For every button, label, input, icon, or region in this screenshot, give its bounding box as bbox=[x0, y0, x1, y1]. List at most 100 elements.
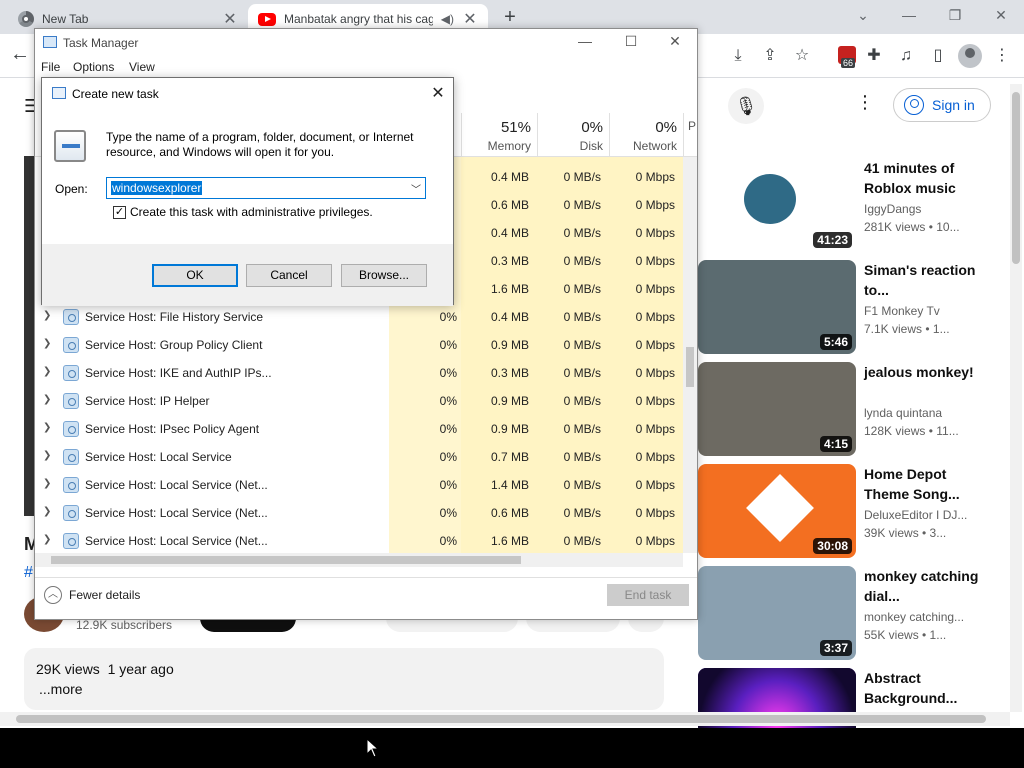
process-horizontal-scrollbar[interactable] bbox=[35, 553, 683, 567]
chevron-up-icon[interactable]: ︿ bbox=[44, 586, 62, 604]
expand-arrow-icon[interactable]: ❯ bbox=[43, 422, 51, 433]
column-network[interactable]: 0% Network bbox=[609, 113, 683, 157]
column-disk[interactable]: 0% Disk bbox=[537, 113, 609, 157]
youtube-menu-dots-icon[interactable]: ⋮ bbox=[856, 92, 874, 113]
minimize-icon[interactable]: — bbox=[565, 33, 605, 53]
scrollbar-thumb[interactable] bbox=[686, 347, 694, 387]
admin-privileges-label[interactable]: Create this task with administrative pri… bbox=[130, 205, 373, 219]
media-icon[interactable]: ♫ bbox=[895, 45, 917, 67]
video-thumbnail[interactable]: 41:23 bbox=[698, 158, 856, 252]
close-tab-icon[interactable]: ✕ bbox=[222, 9, 238, 29]
back-arrow-icon[interactable]: ← bbox=[10, 43, 30, 66]
video-title[interactable]: 41 minutes of Roblox music bbox=[864, 158, 984, 198]
share-icon[interactable]: ⇪ bbox=[759, 45, 781, 67]
recommendation-item[interactable]: 5:46 Siman's reaction to... F1 Monkey Tv 7.… bbox=[688, 260, 1008, 356]
close-icon[interactable]: ✕ bbox=[428, 83, 448, 103]
minimize-icon[interactable]: — bbox=[886, 4, 932, 26]
process-row[interactable]: ❯ Service Host: Local Service (Net... 0% 0.… bbox=[35, 499, 683, 527]
process-row[interactable]: ❯ Service Host: Local Service (Net... 0% 1.… bbox=[35, 527, 683, 553]
recommendation-item[interactable]: 4:15 jealous monkey! lynda quintana 128K vi… bbox=[688, 362, 1008, 458]
show-more-link[interactable]: ...more bbox=[39, 681, 83, 697]
page-vertical-scrollbar[interactable] bbox=[1010, 84, 1022, 712]
profile-icon[interactable] bbox=[958, 44, 982, 68]
download-icon[interactable]: ⤓ bbox=[727, 45, 749, 67]
chevron-down-icon[interactable]: ﹀ bbox=[409, 181, 423, 196]
video-title[interactable]: Abstract Background... bbox=[864, 668, 984, 708]
recommendation-item[interactable]: 3:37 monkey catching dial... monkey catchi… bbox=[688, 566, 1008, 662]
expand-arrow-icon[interactable]: ❯ bbox=[43, 478, 51, 489]
process-name: Service Host: Local Service (Net... bbox=[85, 534, 268, 548]
scrollbar-thumb[interactable] bbox=[51, 556, 521, 564]
menu-options[interactable]: Options bbox=[73, 60, 114, 74]
open-combobox[interactable]: windowsexplorer ﹀ bbox=[106, 177, 426, 199]
channel-name[interactable]: IggyDangs bbox=[864, 202, 984, 216]
sidepanel-icon[interactable]: ▯ bbox=[927, 45, 949, 67]
memory-cell: 0.6 MB bbox=[490, 506, 529, 520]
speaker-icon[interactable]: ◀) bbox=[441, 12, 454, 26]
expand-arrow-icon[interactable]: ❯ bbox=[43, 534, 51, 545]
channel-name[interactable]: monkey catching... bbox=[864, 610, 984, 624]
memory-cell: 0.4 MB bbox=[490, 170, 529, 184]
expand-arrow-icon[interactable]: ❯ bbox=[43, 338, 51, 349]
admin-privileges-checkbox[interactable]: ✓ bbox=[113, 206, 126, 219]
page-horizontal-scrollbar[interactable] bbox=[0, 712, 1010, 726]
cancel-button[interactable]: Cancel bbox=[246, 264, 332, 287]
column-memory[interactable]: 51% Memory bbox=[461, 113, 537, 157]
ok-button[interactable]: OK bbox=[152, 264, 238, 287]
process-vertical-scrollbar[interactable] bbox=[683, 157, 697, 553]
video-thumbnail[interactable]: 4:15 bbox=[698, 362, 856, 456]
puzzle-icon[interactable]: ✚ bbox=[863, 45, 885, 67]
video-title[interactable]: Home Depot Theme Song... bbox=[864, 464, 984, 504]
fewer-details-link[interactable]: Fewer details bbox=[69, 588, 140, 602]
restore-icon[interactable]: ❐ bbox=[932, 4, 978, 26]
scrollbar-thumb[interactable] bbox=[1012, 92, 1020, 264]
process-row[interactable]: ❯ Service Host: File History Service 0% 0.4… bbox=[35, 303, 683, 331]
video-thumbnail[interactable]: 30:08 bbox=[698, 464, 856, 558]
process-row[interactable]: ❯ Service Host: IKE and AuthIP IPs... 0% 0.… bbox=[35, 359, 683, 387]
end-task-button[interactable]: End task bbox=[607, 584, 689, 606]
microphone-icon[interactable]: 🎙 bbox=[728, 88, 764, 124]
tab-search-icon[interactable]: ⌄ bbox=[840, 4, 886, 26]
menu-file[interactable]: File bbox=[41, 60, 60, 74]
video-title[interactable]: monkey catching dial... bbox=[864, 566, 984, 606]
scrollbar-thumb[interactable] bbox=[16, 715, 986, 723]
channel-name[interactable]: F1 Monkey Tv bbox=[864, 304, 984, 318]
expand-arrow-icon[interactable]: ❯ bbox=[43, 366, 51, 377]
video-title[interactable]: Siman's reaction to... bbox=[864, 260, 984, 300]
video-duration: 41:23 bbox=[813, 232, 852, 248]
process-row[interactable]: ❯ Service Host: IP Helper 0% 0.9 MB 0 MB/s 0 … bbox=[35, 387, 683, 415]
menu-dots-icon[interactable]: ⋮ bbox=[991, 45, 1013, 67]
description-box[interactable] bbox=[24, 648, 664, 710]
video-thumbnail[interactable]: 5:46 bbox=[698, 260, 856, 354]
video-thumbnail[interactable]: 3:37 bbox=[698, 566, 856, 660]
browse-button[interactable]: Browse... bbox=[341, 264, 427, 287]
maximize-icon[interactable]: ☐ bbox=[611, 33, 651, 53]
process-row[interactable]: ❯ Service Host: Group Policy Client 0% 0.9 … bbox=[35, 331, 683, 359]
process-row[interactable]: ❯ Service Host: IPsec Policy Agent 0% 0.9 M… bbox=[35, 415, 683, 443]
hashtag-link[interactable]: # bbox=[24, 564, 33, 582]
process-name: Service Host: Local Service bbox=[85, 450, 232, 464]
channel-name[interactable]: DeluxeEditor I DJ... bbox=[864, 508, 984, 522]
star-icon[interactable]: ☆ bbox=[791, 45, 813, 67]
close-tab-icon[interactable]: ✕ bbox=[462, 9, 478, 29]
new-tab-button[interactable]: + bbox=[498, 6, 522, 30]
channel-name[interactable]: lynda quintana bbox=[864, 406, 984, 420]
recommendation-item[interactable]: 30:08 Home Depot Theme Song... DeluxeEdito… bbox=[688, 464, 1008, 560]
close-icon[interactable]: ✕ bbox=[655, 33, 695, 53]
process-row[interactable]: ❯ Service Host: Local Service (Net... 0% 1.… bbox=[35, 471, 683, 499]
sign-in-button[interactable]: Sign in bbox=[893, 88, 991, 122]
expand-arrow-icon[interactable]: ❯ bbox=[43, 506, 51, 517]
close-window-icon[interactable]: ✕ bbox=[978, 4, 1024, 26]
network-cell: 0 Mbps bbox=[635, 450, 675, 464]
column-power[interactable]: P bbox=[683, 113, 697, 157]
expand-arrow-icon[interactable]: ❯ bbox=[43, 310, 51, 321]
expand-arrow-icon[interactable]: ❯ bbox=[43, 450, 51, 461]
process-row[interactable]: ❯ Service Host: Local Service 0% 0.7 MB 0 MB… bbox=[35, 443, 683, 471]
dialog-titlebar[interactable]: Create new task ✕ bbox=[42, 78, 453, 108]
video-title[interactable]: jealous monkey! bbox=[864, 362, 984, 382]
open-input[interactable]: windowsexplorer bbox=[111, 181, 203, 195]
recommendation-item[interactable]: 41:23 41 minutes of Roblox music IggyDangs… bbox=[688, 158, 1008, 254]
task-manager-titlebar[interactable]: Task Manager — ☐ ✕ bbox=[35, 29, 697, 57]
menu-view[interactable]: View bbox=[129, 60, 155, 74]
expand-arrow-icon[interactable]: ❯ bbox=[43, 394, 51, 405]
